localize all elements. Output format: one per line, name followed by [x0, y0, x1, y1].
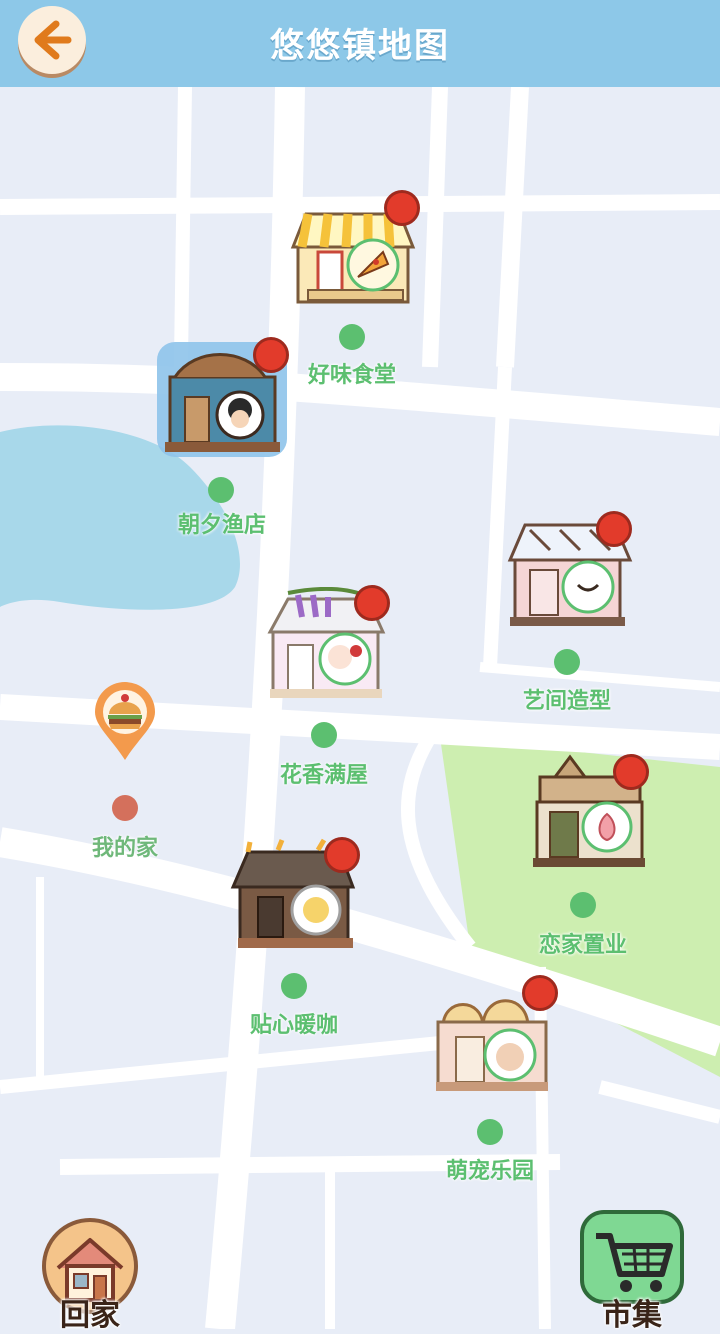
- market-button[interactable]: 市集: [578, 1208, 686, 1333]
- home-pin[interactable]: [93, 680, 157, 762]
- go-home-label: 回家: [60, 1298, 120, 1333]
- location-label-haowei[interactable]: 好味食堂: [308, 357, 396, 389]
- shop-haowei[interactable]: [288, 190, 420, 307]
- location-label-lianjia[interactable]: 恋家置业: [539, 927, 627, 959]
- shop-zhaoxi[interactable]: [155, 337, 290, 462]
- burger-pin-icon: [95, 682, 155, 760]
- location-dot-home[interactable]: [112, 795, 138, 821]
- town-map: 好味食堂 朝夕渔店 艺间造型 花香满屋 我的家 恋家置业 贴心暖咖 萌宠乐园: [0, 87, 720, 1329]
- location-label-huaxiang[interactable]: 花香满屋: [280, 757, 368, 789]
- notification-badge: [354, 585, 390, 621]
- location-dot-haowei[interactable]: [339, 324, 365, 350]
- notification-badge: [324, 837, 360, 873]
- shop-huaxiang[interactable]: [258, 585, 390, 702]
- notification-badge: [253, 337, 289, 373]
- location-dot-zhaoxi[interactable]: [208, 477, 234, 503]
- location-label-tiexin[interactable]: 贴心暖咖: [250, 1007, 338, 1039]
- location-label-zhaoxi[interactable]: 朝夕渔店: [178, 507, 266, 539]
- shop-mengchong[interactable]: [428, 975, 558, 1102]
- location-dot-huaxiang[interactable]: [311, 722, 337, 748]
- shop-tiexin[interactable]: [228, 832, 360, 952]
- go-home-button[interactable]: 回家: [40, 1218, 140, 1333]
- market-label: 市集: [602, 1298, 662, 1333]
- shop-lianjia[interactable]: [525, 752, 650, 872]
- page-title: 悠悠镇地图: [270, 26, 450, 66]
- notification-badge: [384, 190, 420, 226]
- location-dot-yijian[interactable]: [554, 649, 580, 675]
- location-dot-mengchong[interactable]: [477, 1119, 503, 1145]
- notification-badge: [596, 511, 632, 547]
- notification-badge: [613, 754, 649, 790]
- notification-badge: [522, 975, 558, 1011]
- location-dot-tiexin[interactable]: [281, 973, 307, 999]
- top-bar: 悠悠镇地图: [0, 0, 720, 87]
- location-label-yijian[interactable]: 艺间造型: [523, 683, 611, 715]
- location-label-home[interactable]: 我的家: [92, 830, 158, 862]
- shop-yijian[interactable]: [500, 511, 635, 630]
- location-dot-lianjia[interactable]: [570, 892, 596, 918]
- location-label-mengchong[interactable]: 萌宠乐园: [446, 1153, 534, 1185]
